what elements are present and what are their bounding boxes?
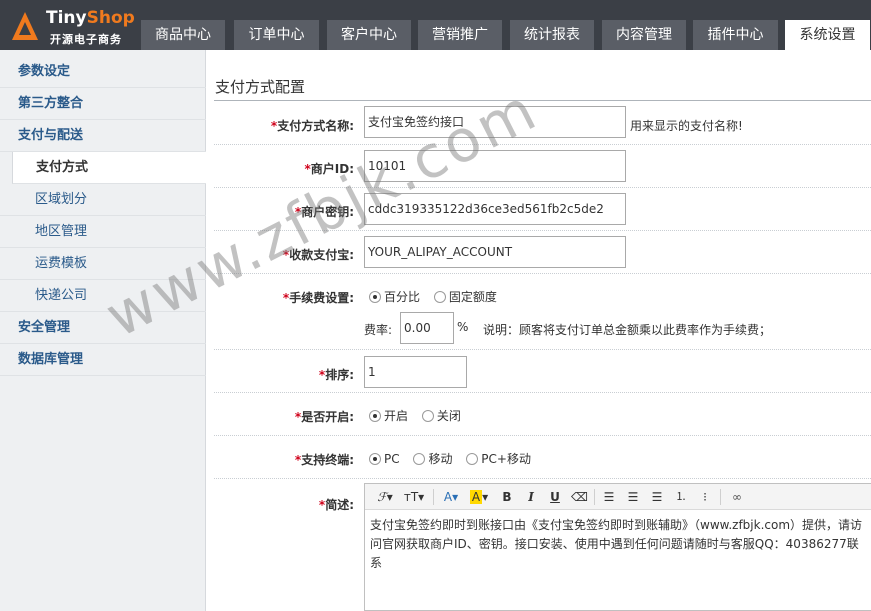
fee-percent-label: 百分比 <box>384 290 421 304</box>
fee-type-radio-group: 百分比 固定额度 <box>369 288 507 305</box>
align-right-icon[interactable]: ☰ <box>649 488 665 506</box>
brand-name-a: Tiny <box>46 8 87 28</box>
description-editor: ℱ▾ ᴛT▾ A▾ A ▾ B I U ⌫ ☰ ☰ ☰ ⒈ ⁝ ∞ 支付宝免签约即… <box>364 483 871 611</box>
sidebar-item-third-party[interactable]: 第三方整合 <box>0 88 206 120</box>
enable-off-label: 关闭 <box>436 409 461 423</box>
enable-off-radio[interactable] <box>421 409 434 422</box>
sidebar-item-freight-templates[interactable]: 运费模板 <box>0 248 206 280</box>
tab-goods[interactable]: 商品中心 <box>141 20 225 50</box>
logo-mark-icon <box>12 12 38 40</box>
form-row-enable: *是否开启: 开启 关闭 <box>214 393 871 436</box>
partner-label: *商户ID: <box>304 162 354 176</box>
italic-icon[interactable]: I <box>523 488 539 506</box>
partner-id-input[interactable]: 10101 <box>364 150 626 182</box>
bold-icon[interactable]: B <box>499 488 515 506</box>
highlight-icon[interactable]: A ▾ <box>467 488 491 506</box>
main-panel: 支付方式配置 *支付方式名称: 支付宝免签约接口 用来显示的支付名称! *商户I… <box>206 50 871 611</box>
toolbar-separator <box>720 489 721 505</box>
tab-customers[interactable]: 客户中心 <box>327 20 411 50</box>
tab-content[interactable]: 内容管理 <box>602 20 686 50</box>
sidebar-item-payment-methods[interactable]: 支付方式 <box>12 152 207 184</box>
toolbar-separator <box>433 489 434 505</box>
toolbar-separator <box>594 489 595 505</box>
underline-icon[interactable]: U <box>547 488 563 506</box>
terminal-mobile-label: 移动 <box>428 452 453 466</box>
top-header: TinyShop 开源电子商务 商品中心 订单中心 客户中心 营销推广 统计报表… <box>0 0 871 50</box>
enable-radio-group: 开启 关闭 <box>369 407 471 424</box>
fee-percent-radio[interactable] <box>369 290 381 303</box>
tab-plugins[interactable]: 插件中心 <box>693 20 778 50</box>
form-row-account: *收款支付宝: YOUR_ALIPAY_ACCOUNT <box>214 231 871 274</box>
ordered-list-icon[interactable]: ⒈ <box>673 488 689 506</box>
sidebar-item-zones[interactable]: 区域划分 <box>0 184 206 216</box>
terminal-radio-group: PC 移动 PC+移动 <box>369 450 541 467</box>
sidebar-item-couriers[interactable]: 快递公司 <box>0 280 206 312</box>
brand-subtitle: 开源电子商务 <box>50 33 122 46</box>
payment-name-hint: 用来显示的支付名称! <box>630 119 743 133</box>
fee-rate-unit: % <box>457 320 469 334</box>
name-label: *支付方式名称: <box>270 119 354 133</box>
fee-fixed-radio[interactable] <box>433 290 446 303</box>
alipay-account-input[interactable]: YOUR_ALIPAY_ACCOUNT <box>364 236 626 268</box>
terminal-both-label: PC+移动 <box>481 452 531 466</box>
description-text[interactable]: 支付宝免签约即时到账接口由《支付宝免签约即时到账辅助》（www.zfbjk.co… <box>370 516 870 573</box>
key-label: *商户密钥: <box>294 205 354 219</box>
eraser-icon[interactable]: ⌫ <box>571 488 588 506</box>
sort-order-input[interactable]: 1 <box>364 356 467 388</box>
terminal-label: *支持终端: <box>294 453 354 467</box>
sort-label: *排序: <box>318 368 354 382</box>
brand-logo[interactable]: TinyShop 开源电子商务 <box>10 6 135 46</box>
sidebar-item-params[interactable]: 参数设定 <box>0 56 206 88</box>
form-row-partner: *商户ID: 10101 <box>214 145 871 188</box>
align-center-icon[interactable]: ☰ <box>625 488 641 506</box>
fee-rate-hint: 说明：顾客将支付订单总金额乘以此费率作为手续费； <box>483 323 772 337</box>
tab-settings[interactable]: 系统设置 <box>785 20 870 50</box>
enable-on-label: 开启 <box>384 409 409 423</box>
tab-reports[interactable]: 统计报表 <box>510 20 594 50</box>
form-row-name: *支付方式名称: 支付宝免签约接口 用来显示的支付名称! <box>214 101 871 145</box>
terminal-mobile-radio[interactable] <box>413 452 426 465</box>
fee-fixed-label: 固定额度 <box>448 290 497 304</box>
form-row-terminal: *支持终端: PC 移动 PC+移动 <box>214 436 871 479</box>
align-left-icon[interactable]: ☰ <box>601 488 617 506</box>
editor-toolbar: ℱ▾ ᴛT▾ A▾ A ▾ B I U ⌫ ☰ ☰ ☰ ⒈ ⁝ ∞ <box>365 484 871 510</box>
sidebar-item-regions[interactable]: 地区管理 <box>0 216 206 248</box>
terminal-pc-radio[interactable] <box>369 452 381 465</box>
tab-orders[interactable]: 订单中心 <box>234 20 319 50</box>
form-row-fee: *手续费设置: 百分比 固定额度 费率: 0.00 % 说明：顾客将支付订单总金… <box>214 274 871 350</box>
terminal-pc-label: PC <box>384 451 400 466</box>
terminal-both-radio[interactable] <box>466 452 479 465</box>
merchant-key-input[interactable]: cddc319335122d36ce3ed561fb2c5de2 <box>364 193 626 225</box>
account-label: *收款支付宝: <box>282 248 354 262</box>
unordered-list-icon[interactable]: ⁝ <box>697 488 713 506</box>
sidebar-item-payment-shipping[interactable]: 支付与配送 <box>0 120 206 152</box>
sidebar-item-security[interactable]: 安全管理 <box>0 312 206 344</box>
sidebar-item-database[interactable]: 数据库管理 <box>0 344 206 376</box>
fee-rate-label: 费率: <box>364 323 393 337</box>
font-color-icon[interactable]: A▾ <box>440 488 462 506</box>
brand-name-b: Shop <box>86 8 135 28</box>
font-size-icon[interactable]: ᴛT▾ <box>401 488 427 506</box>
form-row-sort: *排序: 1 <box>214 350 871 393</box>
sidebar: 参数设定 第三方整合 支付与配送 支付方式 区域划分 地区管理 运费模板 快递公… <box>0 50 207 611</box>
enable-on-radio[interactable] <box>369 409 381 422</box>
enable-label: *是否开启: <box>294 410 354 424</box>
payment-name-input[interactable]: 支付宝免签约接口 <box>364 106 626 138</box>
desc-label: *简述: <box>318 498 354 512</box>
fee-rate-input[interactable]: 0.00 <box>400 312 454 344</box>
brand-name: TinyShop <box>46 8 135 28</box>
font-family-icon[interactable]: ℱ▾ <box>373 488 397 506</box>
fee-label: *手续费设置: <box>282 291 354 305</box>
link-icon[interactable]: ∞ <box>727 488 747 506</box>
page-title: 支付方式配置 <box>215 78 306 96</box>
tab-marketing[interactable]: 营销推广 <box>418 20 502 50</box>
form-row-key: *商户密钥: cddc319335122d36ce3ed561fb2c5de2 <box>214 188 871 231</box>
